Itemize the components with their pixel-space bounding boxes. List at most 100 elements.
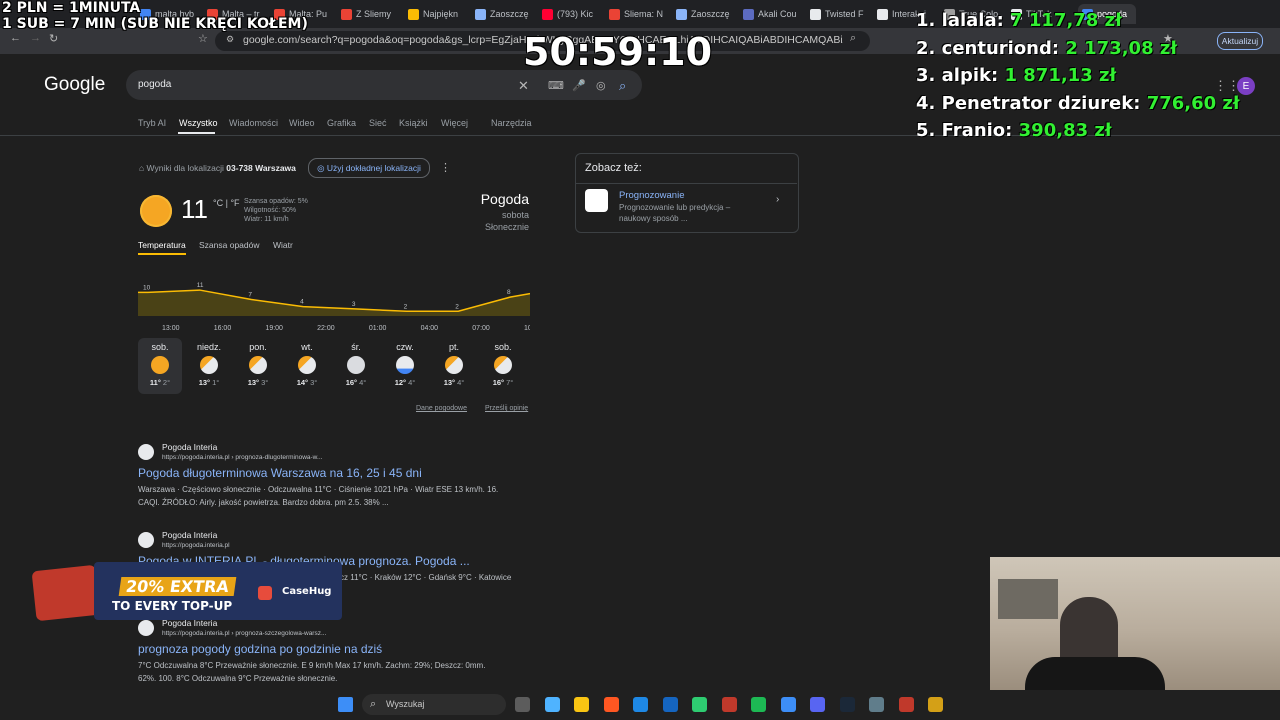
forecast-high: 13° — [198, 378, 211, 387]
leaderboard-amount: 1 871,13 zł — [1004, 65, 1117, 86]
nav-tab[interactable]: Grafika — [327, 118, 356, 128]
browser-tab[interactable]: Zaoszczę — [676, 4, 734, 24]
copilot-icon[interactable] — [544, 697, 560, 712]
result-title[interactable]: prognoza pogody godzina po godzinie na d… — [138, 642, 382, 656]
tab-label: Zaoszczę — [490, 9, 529, 19]
forecast-day[interactable]: czw. 12° 4° — [383, 338, 427, 394]
tab-label: Zaoszczę — [691, 9, 730, 19]
browser-tab[interactable]: Z Sliemy — [341, 4, 399, 24]
weather-tab-indicator — [138, 253, 186, 255]
chart-x-label: 01:00 — [369, 325, 387, 332]
tab-temperature[interactable]: Temperatura — [138, 240, 186, 250]
update-button[interactable]: Aktualizuj — [1217, 32, 1263, 50]
result-url[interactable]: https://pogoda.interia.pl › prognoza-dlu… — [162, 454, 322, 461]
browser-tab[interactable]: Akali Cou — [743, 4, 801, 24]
forecast-temps: 16° 7° — [481, 378, 525, 387]
clear-icon[interactable]: ✕ — [518, 78, 529, 94]
browser-icon[interactable] — [721, 697, 737, 712]
forecasting-link[interactable]: Prognozowanie — [619, 190, 685, 201]
forecasting-desc-2: naukowy sposób ... — [619, 214, 688, 223]
nav-tab[interactable]: Tryb AI — [138, 118, 166, 128]
chart-x-label: 10:00 — [524, 325, 530, 332]
leaderboard-name: lalala: — [941, 10, 1004, 31]
chart-data-label: 8 — [507, 289, 511, 296]
forecast-low: 3° — [310, 378, 318, 387]
forecast-high: 16° — [492, 378, 505, 387]
nav-tab[interactable]: Więcej — [441, 118, 468, 128]
result-url[interactable]: https://pogoda.interia.pl — [162, 542, 230, 549]
browser-tab[interactable]: Twisted F — [810, 4, 868, 24]
rate-line-2: 1 SUB = 7 MIN (SUB NIE KRĘCI KOŁEM) — [2, 16, 308, 32]
nav-tab[interactable]: Sieć — [369, 118, 387, 128]
weather-day: sobota — [501, 210, 529, 220]
bookmark-icon[interactable]: ☆ — [198, 32, 208, 45]
tab-wind[interactable]: Wiatr — [273, 240, 293, 250]
forecast-high: 12° — [394, 378, 407, 387]
forecast-day[interactable]: wt. 14° 3° — [285, 338, 329, 394]
tab-label: (793) Kic — [557, 9, 594, 19]
brave-icon[interactable] — [603, 697, 619, 712]
nav-tab[interactable]: Narzędzia — [491, 118, 532, 128]
browser-tab[interactable]: Sliema: N — [609, 4, 667, 24]
tab-favicon-icon — [542, 8, 553, 20]
forward-icon[interactable]: → — [30, 32, 41, 44]
notepad-icon[interactable] — [780, 697, 796, 712]
game-icon[interactable] — [692, 697, 707, 712]
result-title[interactable]: Pogoda długoterminowa Warszawa na 16, 25… — [138, 466, 422, 480]
nav-tab[interactable]: Książki — [399, 118, 428, 128]
microphone-icon[interactable]: 🎤 — [572, 79, 586, 92]
search-icon[interactable]: ⌕ — [619, 78, 626, 94]
search-input[interactable] — [126, 70, 642, 100]
nav-tab[interactable]: Wiadomości — [229, 118, 278, 128]
discord-icon[interactable] — [810, 697, 825, 712]
media-icon[interactable] — [898, 697, 914, 712]
leaderboard-rank: 3. — [916, 65, 936, 86]
tab-label: Akali Cou — [758, 9, 797, 19]
forecast-temps: 11° 2° — [138, 378, 182, 387]
result-url[interactable]: https://pogoda.interia.pl › prognoza-szc… — [162, 630, 326, 637]
browser-tab[interactable]: Zaoszczę — [475, 4, 533, 24]
forecast-day[interactable]: niedz. 13° 1° — [187, 338, 231, 394]
more-options-icon[interactable]: ⋮ — [440, 161, 451, 174]
leaderboard-amount: 7 117,78 zł — [1010, 10, 1122, 31]
promo-brand: CaseHug — [282, 586, 332, 597]
forecasting-thumbnail[interactable] — [585, 189, 608, 212]
site-info-icon[interactable]: ⚙ — [226, 34, 234, 45]
search-lens-icon[interactable]: ⌕ — [850, 32, 856, 45]
forecast-day[interactable]: sob. 16° 7° — [481, 338, 525, 394]
windows-start-icon[interactable] — [338, 697, 353, 712]
chrome-icon[interactable] — [633, 697, 648, 712]
forecast-day[interactable]: pon. 13° 3° — [236, 338, 280, 394]
lens-icon[interactable]: ◎ — [596, 79, 606, 92]
feedback-link[interactable]: Prześlij opinię — [485, 405, 528, 412]
browser-tab[interactable]: Najpiękn — [408, 4, 466, 24]
forecast-day-name: sob. — [494, 342, 512, 352]
google-logo[interactable]: Google — [44, 74, 105, 96]
taskbar-search[interactable]: ⌕ Wyszukaj — [362, 694, 506, 715]
file-explorer-icon[interactable] — [574, 697, 589, 712]
tab-precipitation[interactable]: Szansa opadów — [199, 240, 260, 250]
nav-tab[interactable]: Wszystko — [179, 118, 218, 128]
temperature-units[interactable]: °C | °F — [213, 198, 240, 208]
keyboard-icon[interactable]: ⌨ — [548, 79, 564, 92]
forecast-day[interactable]: sob. 11° 2° — [138, 338, 182, 394]
precise-location-button[interactable]: ◎ Użyj dokładnej lokalizacji — [308, 158, 430, 178]
back-icon[interactable]: ← — [10, 32, 21, 44]
weather-data-link[interactable]: Dane pogodowe — [416, 405, 467, 412]
result-favicon — [138, 620, 154, 636]
app-icon[interactable] — [928, 697, 943, 712]
nav-tab[interactable]: Wideo — [289, 118, 315, 128]
reload-icon[interactable]: ↻ — [49, 32, 58, 45]
chart-data-label: 2 — [404, 303, 408, 310]
forecast-day[interactable]: śr. 16° 4° — [334, 338, 378, 394]
task-view-icon[interactable] — [515, 697, 530, 712]
spotify-icon[interactable] — [751, 697, 766, 712]
browser-tab[interactable]: (793) Kic — [542, 4, 600, 24]
see-also-divider — [576, 183, 797, 184]
store-icon[interactable] — [662, 697, 678, 712]
forecast-day[interactable]: pt. 13° 4° — [432, 338, 476, 394]
leaderboard-entry: 4. Penetrator dziurek: 776,60 zł — [916, 93, 1240, 114]
chevron-right-icon[interactable]: › — [776, 194, 779, 205]
calculator-icon[interactable] — [869, 697, 884, 712]
steam-icon[interactable] — [839, 697, 855, 712]
